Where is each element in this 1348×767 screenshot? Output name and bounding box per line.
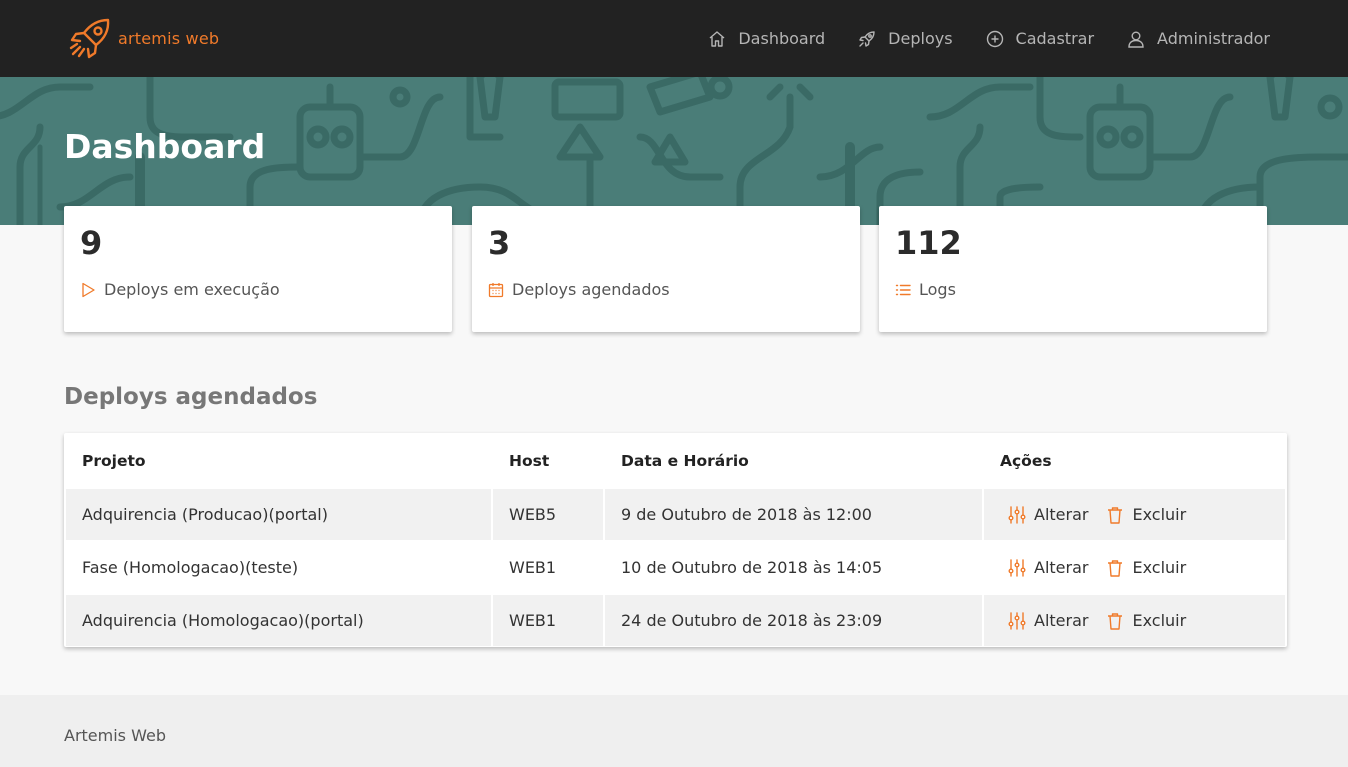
delete-button[interactable]: Excluir [1106, 505, 1186, 524]
plus-circle-icon [986, 30, 1003, 47]
stat-value: 3 [488, 224, 511, 262]
edit-button[interactable]: Alterar [1008, 558, 1088, 577]
table-row: Adquirencia (Producao)(portal) WEB5 9 de… [66, 489, 1285, 540]
cell-actions: Alterar Excluir [984, 595, 1285, 646]
delete-label: Excluir [1132, 611, 1187, 630]
delete-label: Excluir [1132, 505, 1187, 524]
stat-label: Logs [919, 280, 956, 299]
stat-card-logs[interactable]: 112 Logs [879, 206, 1267, 332]
trash-icon [1108, 612, 1123, 630]
nav-item-label: Deploys [888, 29, 953, 48]
delete-button[interactable]: Excluir [1106, 558, 1186, 577]
stat-label-row: Deploys agendados [488, 280, 670, 299]
cell-project: Adquirencia (Homologacao)(portal) [66, 595, 491, 646]
edit-button[interactable]: Alterar [1008, 611, 1088, 630]
nav-item-administrador[interactable]: Administrador [1127, 29, 1270, 48]
nav-item-label: Dashboard [738, 29, 826, 48]
nav-item-dashboard[interactable]: Dashboard [708, 29, 825, 48]
edit-label: Alterar [1034, 558, 1089, 577]
column-header-actions: Ações [1000, 452, 1052, 470]
cell-datetime: 9 de Outubro de 2018 às 12:00 [605, 489, 982, 540]
cell-project: Fase (Homologacao)(teste) [66, 542, 491, 593]
edit-label: Alterar [1034, 505, 1089, 524]
cell-project: Adquirencia (Producao)(portal) [66, 489, 491, 540]
page-title: Dashboard [64, 127, 266, 166]
brand-logo-link[interactable]: artemis web [68, 15, 219, 61]
brand-name: artemis web [118, 28, 220, 48]
stat-card-running[interactable]: 9 Deploys em execução [64, 206, 452, 332]
rocket-icon [859, 30, 875, 47]
stat-value: 9 [80, 224, 103, 262]
cell-host: WEB1 [493, 595, 603, 646]
stat-card-scheduled[interactable]: 3 Deploys agendados [472, 206, 860, 332]
sliders-icon [1008, 558, 1026, 577]
calendar-icon [488, 282, 504, 297]
play-icon [82, 282, 95, 297]
hero-banner: Dashboard [0, 77, 1348, 225]
stat-label: Deploys agendados [512, 280, 670, 299]
table-row: Fase (Homologacao)(teste) WEB1 10 de Out… [66, 542, 1285, 593]
footer-text: Artemis Web [64, 726, 166, 745]
nav-item-cadastrar[interactable]: Cadastrar [986, 29, 1095, 48]
cell-actions: Alterar Excluir [984, 542, 1285, 593]
sliders-icon [1008, 611, 1026, 630]
scheduled-deploys-table: Projeto Host Data e Horário Ações Adquir… [64, 433, 1287, 647]
user-icon [1128, 31, 1144, 48]
stat-value: 112 [895, 224, 962, 262]
delete-button[interactable]: Excluir [1106, 611, 1186, 630]
list-icon [895, 284, 911, 295]
cell-datetime: 24 de Outubro de 2018 às 23:09 [605, 595, 982, 646]
stat-label-row: Deploys em execução [80, 280, 280, 299]
sliders-icon [1008, 505, 1026, 524]
home-icon [709, 30, 725, 47]
nav-item-deploys[interactable]: Deploys [858, 29, 953, 48]
cell-host: WEB1 [493, 542, 603, 593]
table-row: Adquirencia (Homologacao)(portal) WEB1 2… [66, 595, 1285, 646]
nav-item-label: Administrador [1157, 29, 1270, 48]
cell-datetime: 10 de Outubro de 2018 às 14:05 [605, 542, 982, 593]
column-header-host: Host [509, 452, 550, 470]
trash-icon [1108, 506, 1123, 524]
page-footer: Artemis Web [0, 695, 1348, 767]
top-navbar: artemis web Dashboard Deploys Cadastrar [0, 0, 1348, 77]
stat-label: Deploys em execução [104, 280, 280, 299]
trash-icon [1108, 559, 1123, 577]
delete-label: Excluir [1132, 558, 1187, 577]
edit-label: Alterar [1034, 611, 1089, 630]
column-header-project: Projeto [82, 452, 146, 470]
stat-label-row: Logs [895, 280, 956, 299]
cell-actions: Alterar Excluir [984, 489, 1285, 540]
cell-host: WEB5 [493, 489, 603, 540]
main-nav: Dashboard Deploys Cadastrar Administrado… [708, 0, 1270, 77]
section-title-scheduled: Deploys agendados [64, 384, 318, 410]
rocket-icon [69, 18, 110, 59]
nav-item-label: Cadastrar [1015, 29, 1095, 48]
edit-button[interactable]: Alterar [1008, 505, 1088, 524]
column-header-datetime: Data e Horário [621, 452, 749, 470]
